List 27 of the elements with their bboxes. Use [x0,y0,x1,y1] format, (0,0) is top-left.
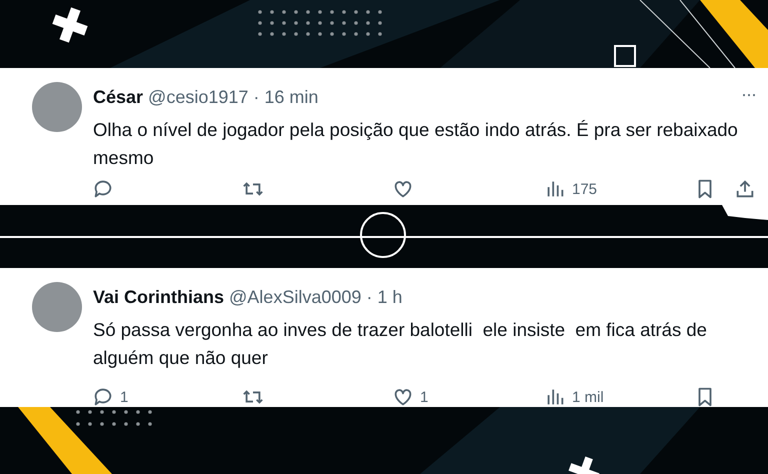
author-handle[interactable]: @cesio1917 [148,86,248,108]
post-time[interactable]: 1 h [377,286,402,308]
reply-button[interactable] [92,178,114,200]
separator-dot: · [366,286,372,308]
author-handle[interactable]: @AlexSilva0009 [229,286,362,308]
reply-icon [92,178,114,200]
post-time[interactable]: 16 min [264,86,318,108]
author-name[interactable]: Vai Corinthians [93,286,224,308]
author-name[interactable]: César [93,86,144,108]
reply-button[interactable]: 1 [92,386,128,407]
heart-icon [392,178,414,200]
views-button[interactable]: 1 mil [544,386,604,407]
avatar-placeholder[interactable] [32,282,82,332]
post-text: Olha o nível de jogador pela posição que estão indo atrás. É pra ser rebaixado mesmo [93,118,739,170]
like-button[interactable]: 1 [392,386,428,407]
more-options-button[interactable]: ··· [741,84,756,105]
heart-icon [392,386,414,407]
share-button[interactable] [734,178,756,200]
views-button[interactable]: 175 [544,178,598,200]
share-icon [734,178,756,200]
avatar-placeholder[interactable] [32,82,82,132]
cross-icon [52,7,88,43]
reply-icon [92,386,114,407]
post-text: Só passa vergonha ao inves de trazer balotelli ele insiste em fica atrás de alguém que não quer [93,318,708,370]
separator-dot: · [253,86,260,108]
like-button[interactable] [392,178,414,200]
cross-icon [568,456,600,474]
